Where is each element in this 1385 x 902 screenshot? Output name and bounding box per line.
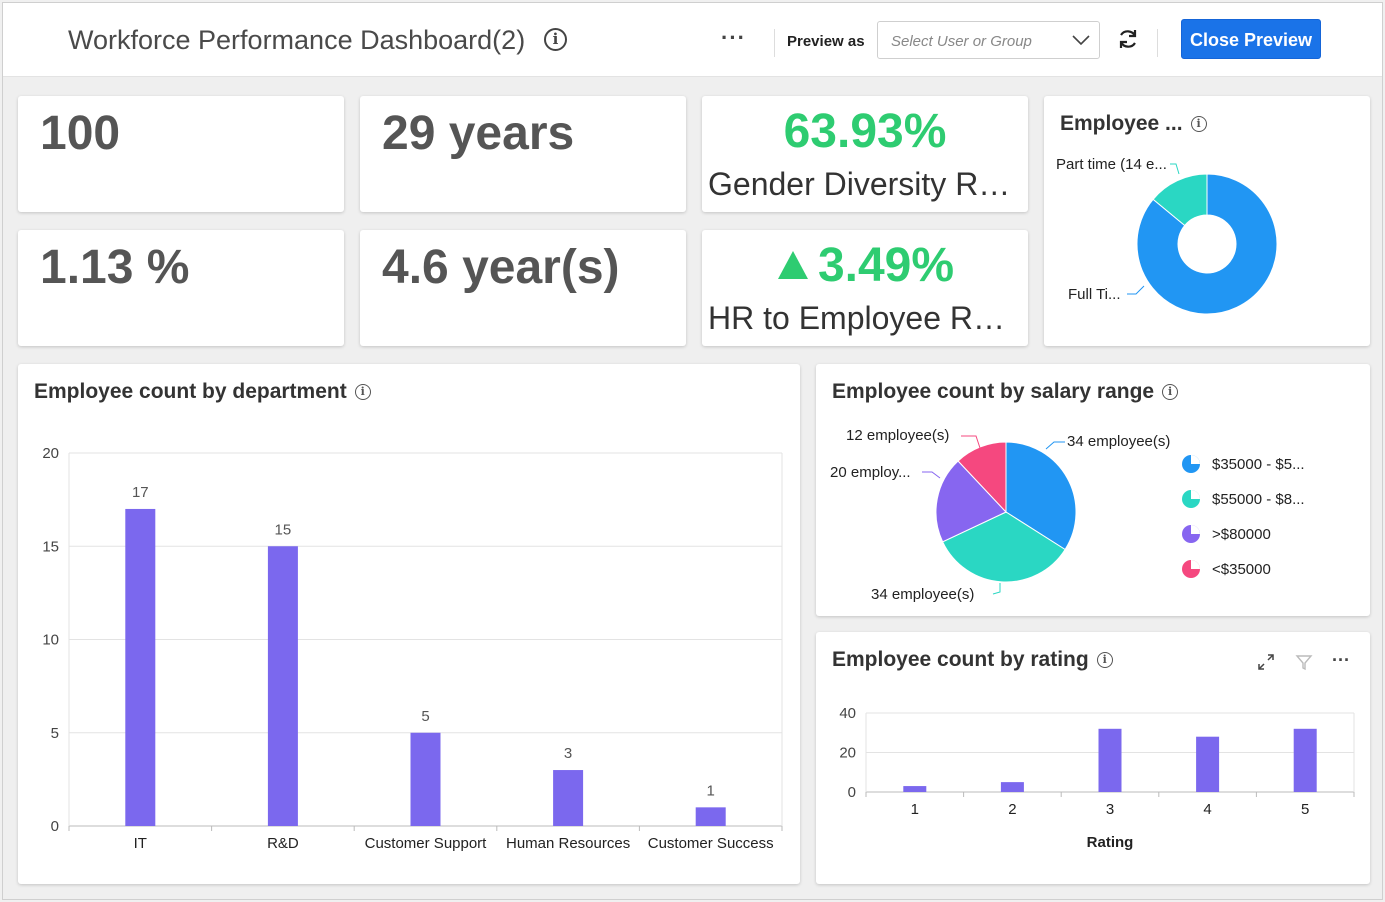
y-tick-label: 0 (848, 784, 856, 801)
divider (1157, 29, 1158, 57)
slice-label: 34 employee(s) (1067, 433, 1170, 450)
salary-pie-chart[interactable]: 34 employee(s) 34 employee(s) 20 employ...… (816, 364, 1370, 616)
x-tick-label: Human Resources (506, 835, 630, 852)
bar (1196, 736, 1220, 792)
leader-line (1127, 285, 1145, 295)
data-label: 1 (707, 782, 715, 799)
leader-line (992, 583, 1001, 595)
y-tick-label: 40 (839, 705, 856, 722)
legend-label: <$35000 (1212, 561, 1271, 578)
y-tick-label: 20 (42, 445, 59, 462)
bar (903, 786, 927, 792)
legend-label: >$80000 (1212, 526, 1271, 543)
bar (1098, 728, 1122, 792)
x-tick-label: Customer Success (648, 835, 774, 852)
y-tick-label: 5 (51, 725, 59, 742)
bar (553, 770, 584, 826)
more-options-icon[interactable]: ··· (721, 25, 746, 51)
x-tick-label: 5 (1301, 801, 1309, 818)
slice-label: Part time (14 e... (1056, 156, 1167, 173)
y-tick-label: 0 (51, 818, 59, 835)
preview-as-label: Preview as (787, 33, 865, 50)
leader-line (1045, 441, 1065, 450)
kpi-value: 100 (40, 107, 121, 160)
kpi-value-row: 3.49% (702, 238, 1028, 293)
leader-line (961, 435, 981, 449)
leader-line (922, 471, 941, 479)
x-tick-label: IT (134, 835, 147, 852)
data-label: 17 (132, 484, 149, 501)
kpi-value: 1.13 % (40, 241, 190, 294)
select-placeholder: Select User or Group (891, 33, 1032, 50)
x-tick-label: Customer Support (365, 835, 488, 852)
department-chart-card[interactable]: Employee count by department i 0 5 10 15 20 17… (18, 364, 800, 884)
bar (267, 546, 298, 826)
kpi-label: HR to Employee Ratio (708, 300, 1025, 336)
dashboard-header: Workforce Performance Dashboard(2) i ···… (3, 3, 1382, 77)
x-tick-label: 3 (1106, 801, 1114, 818)
x-tick-label: 4 (1203, 801, 1211, 818)
kpi-value: 3.49% (817, 239, 955, 292)
legend-marker-cutout (1191, 455, 1200, 464)
employee-type-card[interactable]: Employee ... i Part time (14 e... Full Ti.… (1044, 96, 1370, 346)
x-axis-label: Rating (1087, 834, 1134, 851)
close-preview-button[interactable]: Close Preview (1181, 19, 1321, 59)
legend-label: $35000 - $5... (1212, 456, 1305, 473)
kpi-card-headcount[interactable]: 100 (18, 96, 344, 212)
data-label: 15 (275, 521, 292, 538)
rating-chart-card[interactable]: Employee count by rating i ··· 0 20 40 1 2 3 4 5… (816, 632, 1370, 884)
x-tick-label: R&D (267, 835, 299, 852)
x-tick-label: 1 (911, 801, 919, 818)
x-tick-label: 2 (1008, 801, 1016, 818)
kpi-value: 29 years (382, 107, 575, 160)
slice-label: 20 employ... (830, 464, 911, 481)
data-label: 5 (421, 708, 429, 725)
y-tick-label: 10 (42, 632, 59, 649)
data-label: 3 (564, 745, 572, 762)
employee-type-donut-chart[interactable]: Part time (14 e... Full Ti... (1044, 96, 1370, 346)
slice-label: 34 employee(s) (871, 586, 974, 603)
y-tick-label: 15 (42, 538, 59, 555)
divider (774, 29, 775, 57)
trend-up-icon (777, 251, 808, 279)
bar (1000, 782, 1024, 792)
kpi-card-rate[interactable]: 1.13 % (18, 230, 344, 346)
kpi-card-hr-ratio[interactable]: 3.49% HR to Employee Ratio (702, 230, 1028, 346)
dashboard-title: Workforce Performance Dashboard(2) (68, 25, 526, 55)
rating-bar-chart[interactable]: 0 20 40 1 2 3 4 5 Rating (816, 632, 1370, 884)
kpi-label: Gender Diversity Rat… (708, 166, 1028, 202)
refresh-icon[interactable] (1116, 27, 1140, 51)
kpi-value: 4.6 year(s) (382, 241, 620, 294)
legend-label: $55000 - $8... (1212, 491, 1305, 508)
kpi-card-tenure[interactable]: 4.6 year(s) (360, 230, 686, 346)
chevron-down-icon (1072, 35, 1090, 46)
bar (1293, 728, 1317, 792)
leader-line (1170, 163, 1180, 175)
salary-chart-card[interactable]: Employee count by salary range i 34 emplo… (816, 364, 1370, 616)
kpi-card-gender-diversity[interactable]: 63.93% Gender Diversity Rat… (702, 96, 1028, 212)
slice-label: 12 employee(s) (846, 427, 949, 444)
bar (695, 807, 726, 826)
bar (410, 732, 441, 826)
kpi-card-average-age[interactable]: 29 years (360, 96, 686, 212)
department-bar-chart[interactable]: 0 5 10 15 20 17 IT 15 R&D 5 Customer Support 3 Human… (18, 364, 800, 884)
info-icon[interactable]: i (544, 28, 567, 51)
bar (125, 508, 156, 826)
legend-marker-cutout (1191, 560, 1200, 569)
slice-label: Full Ti... (1068, 286, 1121, 303)
legend-marker-cutout (1191, 525, 1200, 534)
kpi-value: 63.93% (783, 105, 947, 158)
y-tick-label: 20 (839, 745, 856, 762)
legend-marker-cutout (1191, 490, 1200, 499)
user-group-select[interactable]: Select User or Group (877, 21, 1100, 59)
